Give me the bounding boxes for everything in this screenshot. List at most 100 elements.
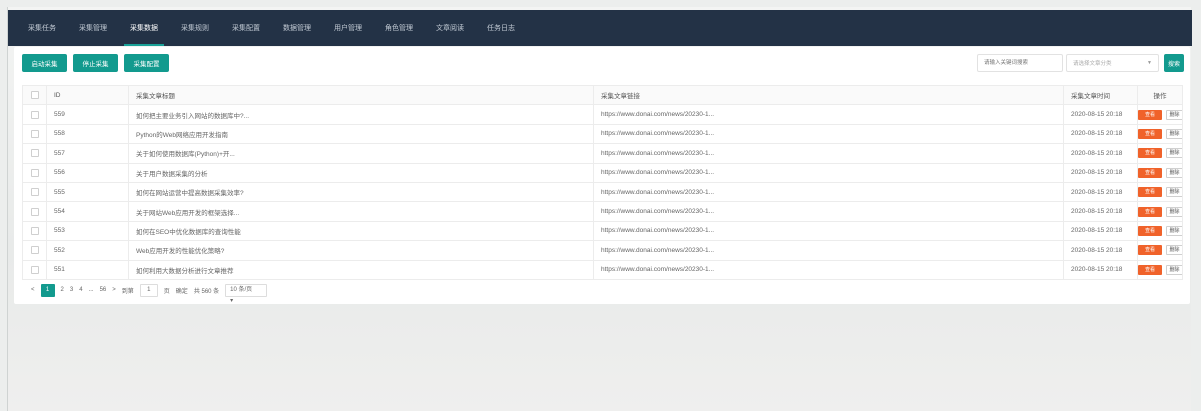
stop-collect-button[interactable]: 停止采集 xyxy=(73,54,118,72)
header-link: 采集文章链接 xyxy=(593,84,1064,106)
goto-unit: 页 xyxy=(163,288,170,295)
delete-button[interactable]: 删除 xyxy=(1166,206,1182,217)
row-link[interactable]: https://www.donai.com/news/20230-1... xyxy=(593,143,1064,164)
table-row: 559 如何把主要业务引入网站的数据库中?... https://www.don… xyxy=(22,104,1183,125)
row-title: 关于如何使用数据库(Python)+开... xyxy=(128,143,594,164)
page-size-select[interactable]: 10 条/页 ▾ xyxy=(225,283,268,304)
view-button[interactable]: 查看 xyxy=(1138,206,1162,217)
tab-collected-data[interactable]: 采集数据 xyxy=(120,10,168,46)
collect-config-button[interactable]: 采集配置 xyxy=(124,54,169,72)
row-checkbox[interactable] xyxy=(30,168,39,177)
row-time: 2020-08-15 20:18 xyxy=(1063,259,1138,280)
row-time: 2020-08-15 20:18 xyxy=(1063,201,1138,222)
view-button[interactable]: 查看 xyxy=(1138,148,1162,159)
row-link[interactable]: https://www.donai.com/news/20230-1... xyxy=(593,123,1064,145)
tab-config[interactable]: 采集配置 xyxy=(222,10,270,46)
prev-page-icon[interactable]: < xyxy=(31,287,35,293)
tab-logs[interactable]: 任务日志 xyxy=(477,10,525,46)
view-button[interactable]: 查看 xyxy=(1138,128,1162,139)
tab-rules[interactable]: 采集规则 xyxy=(171,10,219,46)
view-button[interactable]: 查看 xyxy=(1138,187,1162,198)
page-ellipsis: ... xyxy=(88,287,94,293)
view-button[interactable]: 查看 xyxy=(1138,109,1162,120)
tab-management[interactable]: 采集管理 xyxy=(69,10,117,46)
row-time: 2020-08-15 20:18 xyxy=(1063,162,1138,183)
row-checkbox[interactable] xyxy=(30,149,39,158)
tab-data-management[interactable]: 数据管理 xyxy=(273,10,321,46)
page-button-1[interactable]: 1 xyxy=(40,283,55,297)
row-id: 554 xyxy=(46,201,129,222)
row-link[interactable]: https://www.donai.com/news/20230-1... xyxy=(593,240,1064,261)
row-checkbox[interactable] xyxy=(30,265,39,274)
row-link[interactable]: https://www.donai.com/news/20230-1... xyxy=(593,201,1064,222)
row-link[interactable]: https://www.donai.com/news/20230-1... xyxy=(593,259,1064,280)
row-id: 557 xyxy=(46,143,129,164)
row-time: 2020-08-15 20:18 xyxy=(1063,240,1138,261)
view-button[interactable]: 查看 xyxy=(1138,167,1162,178)
next-page-icon[interactable]: > xyxy=(112,287,116,293)
data-table: ID 采集文章标题 采集文章链接 采集文章时间 操作 559 如何把主要业务引入… xyxy=(22,84,1183,280)
table-row: 553 如何在SEO中优化数据库的查询性能 https://www.donai.… xyxy=(22,220,1183,242)
page-button-3[interactable]: 3 xyxy=(70,287,73,293)
row-title: 关于用户数据采集的分析 xyxy=(128,162,594,183)
row-id: 556 xyxy=(46,162,129,183)
view-button[interactable]: 查看 xyxy=(1138,264,1162,275)
header-action: 操作 xyxy=(1137,84,1183,106)
delete-button[interactable]: 删除 xyxy=(1166,167,1182,178)
delete-button[interactable]: 删除 xyxy=(1166,109,1182,120)
tab-roles[interactable]: 角色管理 xyxy=(375,10,423,46)
start-collect-button[interactable]: 启动采集 xyxy=(22,54,67,72)
delete-button[interactable]: 删除 xyxy=(1166,187,1182,198)
chevron-down-icon: ▼ xyxy=(1147,60,1152,66)
row-id: 559 xyxy=(46,104,129,125)
row-id: 552 xyxy=(46,240,129,261)
delete-button[interactable]: 删除 xyxy=(1166,264,1182,275)
row-link[interactable]: https://www.donai.com/news/20230-1... xyxy=(593,104,1064,125)
tab-tasks[interactable]: 采集任务 xyxy=(18,10,66,46)
table-row: 551 如何利用大数据分析进行文章推荐 https://www.donai.co… xyxy=(22,259,1183,280)
delete-button[interactable]: 删除 xyxy=(1166,245,1182,256)
row-time: 2020-08-15 20:18 xyxy=(1063,220,1138,242)
row-link[interactable]: https://www.donai.com/news/20230-1... xyxy=(593,220,1064,242)
delete-button[interactable]: 删除 xyxy=(1166,128,1182,139)
row-checkbox[interactable] xyxy=(30,226,39,235)
goto-page-input[interactable]: 1 xyxy=(139,283,158,297)
row-checkbox[interactable] xyxy=(30,188,39,197)
tab-users[interactable]: 用户管理 xyxy=(324,10,372,46)
row-link[interactable]: https://www.donai.com/news/20230-1... xyxy=(593,181,1064,203)
total-count: 共 560 条 xyxy=(193,288,220,295)
goto-confirm-button[interactable]: 确定 xyxy=(176,286,188,295)
row-title: Python的Web网络应用开发指南 xyxy=(128,123,594,145)
header-time: 采集文章时间 xyxy=(1063,84,1138,106)
table-row: 556 关于用户数据采集的分析 https://www.donai.com/ne… xyxy=(22,162,1183,183)
search-input[interactable] xyxy=(977,54,1063,72)
row-checkbox[interactable] xyxy=(30,246,39,255)
row-checkbox[interactable] xyxy=(30,129,39,138)
row-link[interactable]: https://www.donai.com/news/20230-1... xyxy=(593,162,1064,183)
header-title: 采集文章标题 xyxy=(128,84,594,106)
search-button[interactable]: 搜索 xyxy=(1164,54,1184,72)
page-button-4[interactable]: 4 xyxy=(79,287,82,293)
select-all-checkbox[interactable] xyxy=(30,91,39,100)
row-checkbox[interactable] xyxy=(30,207,39,216)
row-id: 551 xyxy=(46,259,129,280)
row-checkbox[interactable] xyxy=(30,110,39,119)
page-size-value: 10 条/页 xyxy=(230,286,253,293)
view-button[interactable]: 查看 xyxy=(1138,245,1162,256)
tab-articles[interactable]: 文章阅读 xyxy=(426,10,474,46)
select-all-checkbox-cell[interactable] xyxy=(22,84,47,106)
row-time: 2020-08-15 20:18 xyxy=(1063,143,1138,164)
row-title: 如何在SEO中优化数据库的查询性能 xyxy=(128,220,594,242)
row-id: 553 xyxy=(46,220,129,242)
category-select[interactable]: 请选择文章分类 ▼ xyxy=(1066,54,1159,72)
page-button-2[interactable]: 2 xyxy=(61,287,64,293)
table-row: 557 关于如何使用数据库(Python)+开... https://www.d… xyxy=(22,143,1183,164)
view-button[interactable]: 查看 xyxy=(1138,225,1162,236)
header-id: ID xyxy=(46,84,129,106)
page-button-last[interactable]: 56 xyxy=(100,287,107,293)
content-panel: 启动采集 停止采集 采集配置 请选择文章分类 ▼ 搜索 ID 采集文章标题 xyxy=(14,47,1190,304)
delete-button[interactable]: 删除 xyxy=(1166,225,1182,236)
delete-button[interactable]: 删除 xyxy=(1166,148,1182,159)
row-id: 558 xyxy=(46,123,129,145)
row-time: 2020-08-15 20:18 xyxy=(1063,123,1138,145)
